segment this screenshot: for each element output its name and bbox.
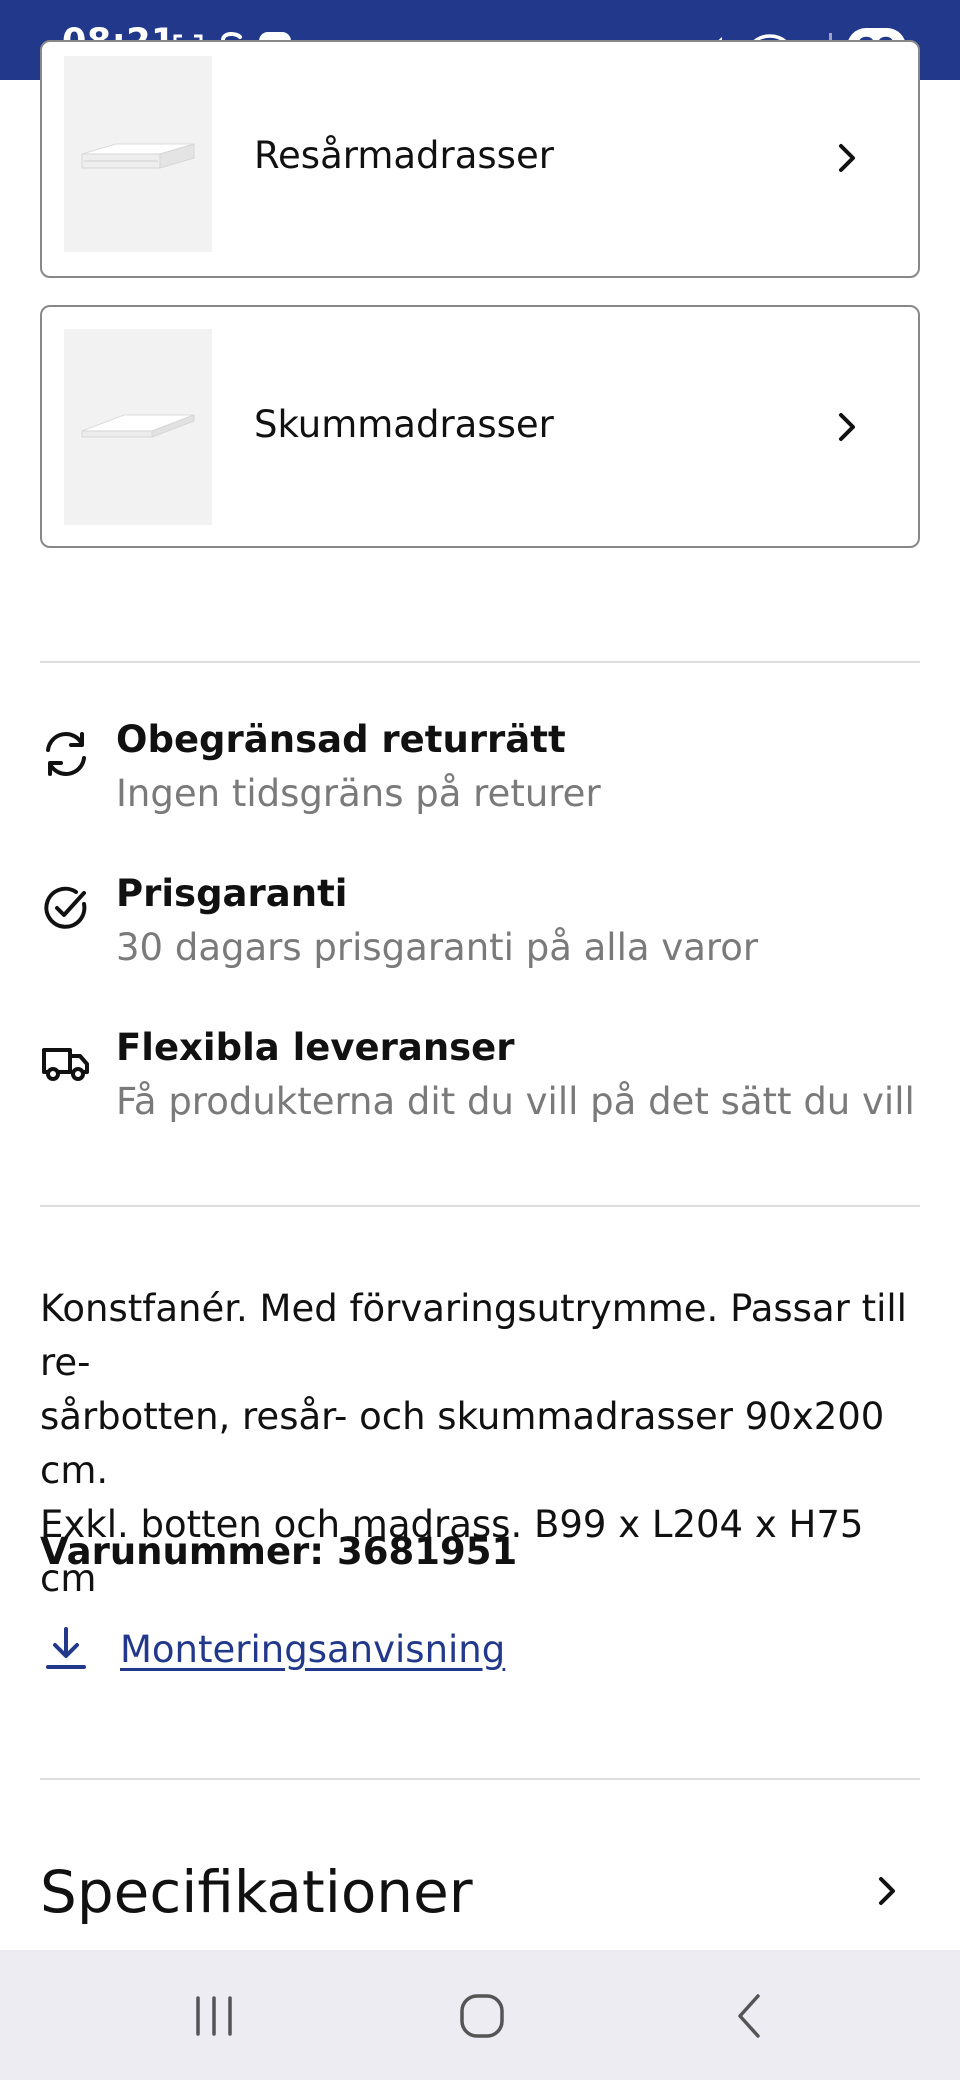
specifications-title: Specifikationer xyxy=(40,1858,473,1926)
benefit-title: Flexibla leveranser xyxy=(116,1026,515,1069)
divider xyxy=(40,1778,920,1780)
back-icon xyxy=(738,1994,760,2038)
specifications-row[interactable]: Specifikationer xyxy=(40,1848,920,1932)
home-icon xyxy=(460,1994,504,2038)
download-icon xyxy=(46,1627,86,1669)
benefit-subtitle: 30 dagars prisgaranti på alla varor xyxy=(116,926,759,969)
recent-apps-button[interactable] xyxy=(174,1980,254,2052)
category-label: Skummadrasser xyxy=(254,403,554,446)
return-arrows-icon xyxy=(46,732,86,776)
benefit-returns: Obegränsad returrätt Ingen tidsgräns på … xyxy=(40,718,920,838)
description-line: sårbotten, resår- och skummadrasser 90x2… xyxy=(40,1395,885,1492)
category-card-foam-mattresses[interactable]: Skummadrasser xyxy=(40,305,920,548)
category-label: Resårmadrasser xyxy=(254,134,554,177)
benefit-subtitle: Få produkterna dit du vill på det sätt d… xyxy=(116,1080,915,1123)
spring-mattress-icon xyxy=(81,143,195,169)
description-line: Konstfanér. Med förvaringsutrymme. Passa… xyxy=(40,1287,907,1384)
divider xyxy=(40,661,920,663)
benefit-flexible-delivery: Flexibla leveranser Få produkterna dit d… xyxy=(40,1026,920,1146)
chevron-right-icon xyxy=(879,1877,895,1905)
truck-icon xyxy=(42,1048,89,1081)
assembly-instructions-link[interactable]: Monteringsanvisning xyxy=(40,1614,505,1684)
benefit-subtitle: Ingen tidsgräns på returer xyxy=(116,772,601,815)
back-button[interactable] xyxy=(710,1980,790,2052)
foam-mattress-thumbnail xyxy=(64,329,212,525)
chevron-right-icon xyxy=(839,413,855,441)
home-button[interactable] xyxy=(442,1980,522,2052)
benefit-title: Prisgaranti xyxy=(116,872,348,915)
benefit-title: Obegränsad returrätt xyxy=(116,718,566,761)
divider xyxy=(40,1205,920,1207)
assembly-instructions-label[interactable]: Monteringsanvisning xyxy=(120,1628,505,1671)
recent-apps-icon xyxy=(196,1996,232,2036)
check-circle-icon xyxy=(44,886,87,929)
foam-mattress-icon xyxy=(81,414,195,438)
benefit-price-guarantee: Prisgaranti 30 dagars prisgaranti på all… xyxy=(40,872,920,992)
article-number: Varunummer: 3681951 xyxy=(40,1530,518,1573)
category-card-spring-mattresses[interactable]: Resårmadrasser xyxy=(40,40,920,278)
navigation-bar xyxy=(0,1950,960,2080)
spring-mattress-thumbnail xyxy=(64,56,212,252)
chevron-right-icon xyxy=(839,144,855,172)
